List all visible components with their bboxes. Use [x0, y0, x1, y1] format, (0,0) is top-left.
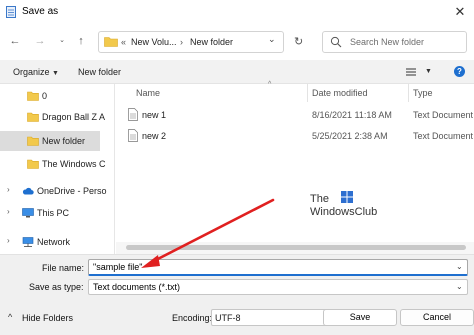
chevron-right-icon[interactable]: › — [7, 207, 10, 216]
back-arrow-icon[interactable]: ← — [8, 34, 22, 48]
column-header-type[interactable]: Type — [413, 88, 433, 98]
save-as-type-value: Text documents (*.txt) — [93, 282, 181, 292]
address-dropdown-icon[interactable]: ⌄ — [268, 34, 276, 45]
sidebar-item-the-windows-club[interactable]: The Windows C — [0, 154, 106, 174]
sidebar-item-dragon-ball-z[interactable]: Dragon Ball Z A — [0, 107, 105, 127]
folder-icon — [104, 37, 118, 47]
save-as-type-label: Save as type: — [29, 282, 84, 292]
sidebar-item-new-folder[interactable]: New folder — [0, 131, 100, 151]
search-placeholder: Search New folder — [350, 37, 425, 47]
title-bar — [0, 0, 474, 24]
save-as-type-dropdown-icon[interactable]: ⌄ — [456, 282, 463, 291]
sidebar-item-label: Network — [37, 237, 71, 247]
column-header-name[interactable]: Name — [136, 88, 160, 98]
notepad-icon — [6, 6, 16, 18]
save-button[interactable]: Save — [323, 309, 397, 326]
sidebar-item-label: OneDrive - Perso — [37, 186, 107, 196]
text-file-icon — [128, 129, 138, 142]
organize-label: Organize — [13, 67, 50, 77]
sort-indicator-icon: ^ — [268, 81, 272, 88]
up-arrow-icon[interactable]: ↑ — [74, 34, 88, 48]
help-icon[interactable]: ? — [454, 66, 465, 77]
windows-club-logo-icon — [341, 191, 353, 203]
column-header-date-modified[interactable]: Date modified — [312, 88, 368, 98]
cloud-icon — [22, 187, 34, 195]
breadcrumb-new-folder[interactable]: New folder — [190, 37, 233, 47]
encoding-value: UTF-8 — [215, 313, 241, 323]
sidebar-item-label: 0 — [42, 91, 48, 101]
network-icon — [22, 237, 34, 247]
scrollbar-thumb[interactable] — [126, 245, 466, 250]
file-name-dropdown-icon[interactable]: ⌄ — [456, 262, 463, 271]
sidebar-item-onedrive[interactable]: › OneDrive - Perso — [0, 181, 107, 201]
file-name: new 1 — [142, 110, 167, 120]
file-name-value[interactable]: "sample file" — [93, 262, 142, 272]
file-date: 5/25/2021 2:38 AM — [312, 131, 388, 141]
table-row[interactable]: new 2 5/25/2021 2:38 AM Text Document — [116, 126, 474, 146]
encoding-label: Encoding: — [172, 313, 213, 323]
chevron-up-icon[interactable]: ^ — [8, 312, 12, 322]
sidebar-item-network[interactable]: › Network — [0, 232, 100, 252]
folder-icon — [27, 136, 39, 146]
file-type: Text Document — [413, 110, 474, 120]
refresh-icon[interactable]: ↻ — [294, 35, 303, 48]
chevron-right-icon[interactable]: › — [7, 236, 10, 245]
table-row[interactable]: new 1 8/16/2021 11:18 AM Text Document — [116, 105, 474, 125]
command-bar — [0, 60, 474, 84]
window-title: Save as — [22, 6, 59, 17]
file-date: 8/16/2021 11:18 AM — [312, 110, 392, 120]
view-options-caret-icon[interactable]: ▼ — [425, 68, 432, 75]
navigation-pane: 0 Dragon Ball Z A New folder The Windows… — [0, 84, 115, 254]
sidebar-item-this-pc[interactable]: › This PC — [0, 203, 100, 223]
watermark-text: WindowsClub — [310, 206, 378, 218]
sidebar-item-label: The Windows C — [42, 159, 106, 169]
breadcrumb-separator: › — [180, 37, 183, 47]
organize-caret-icon: ▼ — [52, 70, 59, 77]
watermark-text: The — [310, 193, 329, 205]
folder-icon — [27, 91, 39, 101]
breadcrumb-new-volume[interactable]: New Volu... — [131, 37, 177, 47]
file-name-label: File name: — [42, 263, 85, 273]
file-name-input[interactable] — [88, 259, 468, 276]
sidebar-item-label: Dragon Ball Z A — [42, 112, 106, 122]
breadcrumb-overflow[interactable]: « — [121, 37, 126, 47]
folder-icon — [27, 159, 39, 169]
column-divider[interactable] — [307, 84, 308, 102]
sidebar-item-label: New folder — [42, 136, 86, 146]
cancel-button[interactable]: Cancel — [400, 309, 474, 326]
sidebar-item-0[interactable]: 0 — [0, 86, 100, 106]
search-icon — [330, 36, 342, 48]
new-folder-button[interactable]: New folder — [78, 67, 121, 77]
file-name: new 2 — [142, 131, 167, 141]
text-file-icon — [128, 108, 138, 121]
organize-button[interactable]: Organize ▼ — [13, 67, 59, 77]
folder-icon — [27, 112, 39, 122]
view-options-icon[interactable] — [405, 67, 417, 77]
file-type: Text Document — [413, 131, 474, 141]
forward-arrow-icon[interactable]: → — [33, 34, 47, 48]
hide-folders-button[interactable]: Hide Folders — [22, 313, 73, 323]
chevron-right-icon[interactable]: › — [7, 185, 10, 194]
close-icon[interactable]: ✕ — [450, 3, 470, 21]
column-divider[interactable] — [408, 84, 409, 102]
recent-locations-chevron-icon[interactable]: ⌄ — [55, 34, 69, 48]
monitor-icon — [22, 208, 34, 218]
sidebar-item-label: This PC — [37, 208, 70, 218]
